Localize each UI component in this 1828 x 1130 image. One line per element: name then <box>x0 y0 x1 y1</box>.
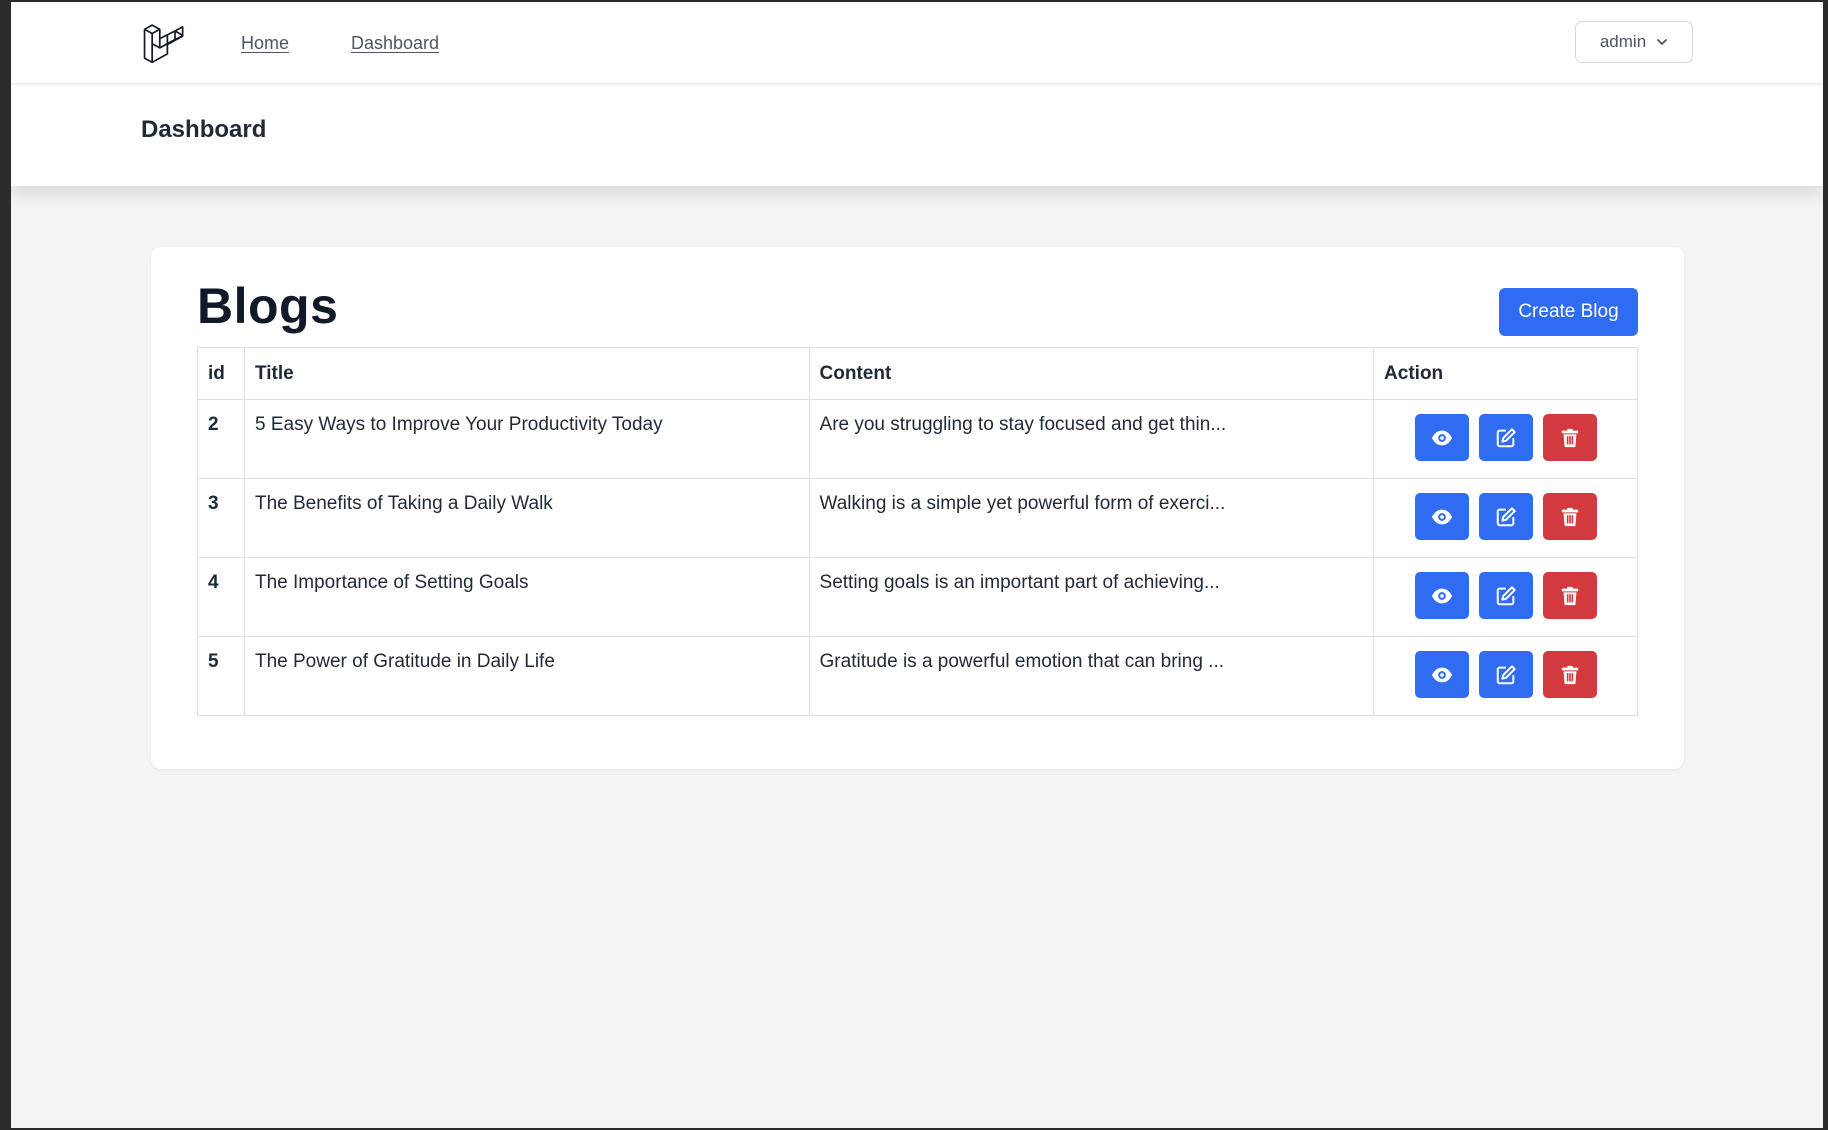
row-actions <box>1373 478 1638 558</box>
view-button[interactable] <box>1414 493 1469 540</box>
action-group <box>1374 651 1637 698</box>
view-button[interactable] <box>1414 651 1469 698</box>
trash-icon <box>1561 665 1578 684</box>
laravel-logo-icon[interactable] <box>142 20 186 64</box>
row-content: Are you struggling to stay focused and g… <box>808 399 1375 479</box>
row-id: 4 <box>197 557 245 637</box>
eye-icon <box>1431 430 1452 445</box>
edit-icon <box>1496 664 1516 684</box>
row-content: Setting goals is an important part of ac… <box>808 557 1375 637</box>
action-group <box>1374 572 1637 619</box>
nav-link-home[interactable]: Home <box>241 33 289 54</box>
eye-icon <box>1431 588 1452 603</box>
column-header-title: Title <box>243 347 810 400</box>
delete-button[interactable] <box>1542 651 1597 698</box>
edit-button[interactable] <box>1478 414 1533 461</box>
user-menu-dropdown[interactable]: admin <box>1575 21 1693 63</box>
row-id: 5 <box>197 636 245 716</box>
trash-icon <box>1561 428 1578 447</box>
row-id: 3 <box>197 478 245 558</box>
table-row: 2 5 Easy Ways to Improve Your Productivi… <box>197 399 1638 479</box>
user-name: admin <box>1599 32 1647 51</box>
eye-icon <box>1431 509 1452 524</box>
row-actions <box>1373 399 1638 479</box>
row-content: Walking is a simple yet powerful form of… <box>808 478 1375 558</box>
table-row: 3 The Benefits of Taking a Daily Walk Wa… <box>197 478 1638 558</box>
column-header-action: Action <box>1373 347 1638 400</box>
top-navigation: Home Dashboard admin <box>11 2 1823 84</box>
edit-icon <box>1496 585 1516 605</box>
delete-button[interactable] <box>1542 414 1597 461</box>
edit-button[interactable] <box>1478 651 1533 698</box>
row-actions <box>1373 557 1638 637</box>
table-header-row: id Title Content Action <box>197 347 1638 400</box>
action-group <box>1374 414 1637 461</box>
view-button[interactable] <box>1414 572 1469 619</box>
row-title: The Power of Gratitude in Daily Life <box>243 636 810 716</box>
row-title: The Benefits of Taking a Daily Walk <box>243 478 810 558</box>
row-id: 2 <box>197 399 245 479</box>
row-title: 5 Easy Ways to Improve Your Productivity… <box>243 399 810 479</box>
chevron-down-icon <box>1657 39 1668 45</box>
row-title: The Importance of Setting Goals <box>243 557 810 637</box>
edit-icon <box>1496 427 1516 447</box>
trash-icon <box>1561 507 1578 526</box>
page-header: Dashboard <box>11 85 1823 186</box>
create-blog-button[interactable]: Create Blog <box>1499 288 1638 336</box>
blogs-table: id Title Content Action 2 5 Easy Ways to… <box>197 347 1638 716</box>
view-button[interactable] <box>1414 414 1469 461</box>
page-title: Dashboard <box>141 116 267 143</box>
delete-button[interactable] <box>1542 493 1597 540</box>
nav-link-dashboard[interactable]: Dashboard <box>351 33 439 54</box>
eye-icon <box>1431 667 1452 682</box>
column-header-content: Content <box>808 347 1375 400</box>
blogs-card: Blogs Create Blog id Title Content Actio… <box>151 247 1684 769</box>
edit-button[interactable] <box>1478 493 1533 540</box>
edit-icon <box>1496 506 1516 526</box>
delete-button[interactable] <box>1542 572 1597 619</box>
trash-icon <box>1561 586 1578 605</box>
blogs-title: Blogs <box>197 278 339 334</box>
table-row: 4 The Importance of Setting Goals Settin… <box>197 557 1638 637</box>
row-content: Gratitude is a powerful emotion that can… <box>808 636 1375 716</box>
table-row: 5 The Power of Gratitude in Daily Life G… <box>197 636 1638 716</box>
row-actions <box>1373 636 1638 716</box>
column-header-id: id <box>197 347 245 400</box>
app-viewport: Home Dashboard admin Dashboard Blogs Cre… <box>11 2 1823 1128</box>
edit-button[interactable] <box>1478 572 1533 619</box>
blogs-table-body: 2 5 Easy Ways to Improve Your Productivi… <box>197 399 1638 716</box>
action-group <box>1374 493 1637 540</box>
